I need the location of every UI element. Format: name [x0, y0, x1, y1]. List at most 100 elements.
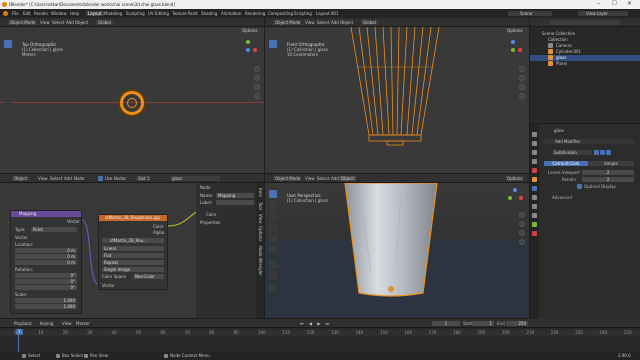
menu-select[interactable]: Select	[317, 20, 329, 25]
outliner-search[interactable]	[550, 20, 620, 25]
sidebar-tab-view[interactable]: View	[258, 214, 263, 224]
menu-object[interactable]: Object	[339, 176, 357, 181]
orientation-dropdown[interactable]: Global	[361, 20, 378, 25]
scale-tool-icon[interactable]	[4, 84, 12, 92]
tool-tab-icon[interactable]	[532, 132, 537, 137]
node-section[interactable]: Node	[200, 185, 210, 190]
outliner-item-camera[interactable]: Camera	[556, 43, 572, 48]
frame-ruler[interactable]	[0, 329, 640, 336]
render-icon[interactable]	[606, 150, 611, 155]
gizmo-y-icon[interactable]	[246, 40, 250, 44]
mode-dropdown[interactable]: Object Mode	[273, 20, 303, 25]
grid-view-icon[interactable]	[519, 239, 525, 245]
move-tool-icon[interactable]	[269, 62, 277, 70]
menu-edit[interactable]: Edit	[23, 11, 31, 16]
sidebar-tab-options[interactable]: Options	[258, 226, 263, 241]
rotate-tool-icon[interactable]	[269, 223, 277, 231]
menu-render[interactable]: Render	[34, 11, 48, 16]
optimal-display-checkbox[interactable]	[577, 184, 582, 189]
scene-tab-icon[interactable]	[532, 159, 537, 164]
select-tool-icon[interactable]	[269, 40, 277, 48]
modifier-tab-icon[interactable]	[532, 186, 537, 191]
add-cube-tool-icon[interactable]	[269, 284, 277, 292]
annotate-tool-icon[interactable]	[4, 110, 12, 118]
node-name-field[interactable]: Mapping	[216, 193, 254, 198]
modifier-name-field[interactable]: Subdivision	[552, 150, 592, 155]
tab-shading[interactable]: Shading	[201, 11, 217, 16]
measure-tool-icon[interactable]	[4, 121, 12, 129]
node-editor[interactable]: Object View Select Add Node Use Nodes Sl…	[0, 174, 264, 318]
measure-tool-icon[interactable]	[269, 121, 277, 129]
zoom-icon[interactable]	[254, 66, 260, 72]
tab-modeling[interactable]: Modeling	[104, 11, 122, 16]
move-tool-icon[interactable]	[269, 212, 277, 220]
menu-playback[interactable]: Playback	[14, 321, 32, 326]
add-modifier-button[interactable]: Add Modifier	[543, 139, 635, 144]
tab-texture-paint[interactable]: Texture Paint	[172, 11, 198, 16]
outliner-item-cylinder[interactable]: Cylinder.001	[556, 49, 581, 54]
gizmo-y-icon[interactable]	[508, 196, 512, 200]
minimize-button[interactable]: –	[597, 1, 600, 7]
output-tab-icon[interactable]	[532, 150, 537, 155]
move-tool-icon[interactable]	[4, 62, 12, 70]
end-field[interactable]: 250	[506, 321, 528, 326]
menu-view[interactable]: View	[62, 321, 72, 326]
levels-viewport-field[interactable]: 2	[582, 170, 634, 175]
transform-tool-icon[interactable]	[269, 95, 277, 103]
close-button[interactable]: ×	[627, 1, 632, 7]
glass-wireframe[interactable]	[345, 27, 445, 147]
orientation-dropdown[interactable]: Global	[96, 20, 113, 25]
node-properties-label[interactable]: Properties	[200, 220, 220, 225]
render-tab-icon[interactable]	[532, 141, 537, 146]
data-tab-icon[interactable]	[532, 222, 537, 227]
menu-object[interactable]: Object	[75, 20, 88, 25]
tab-animation[interactable]: Animation	[221, 11, 241, 16]
transform-tool-icon[interactable]	[4, 95, 12, 103]
zoom-icon[interactable]	[519, 212, 525, 218]
scene-selector[interactable]: Scene	[508, 11, 552, 16]
world-tab-icon[interactable]	[532, 168, 537, 173]
rotate-tool-icon[interactable]	[269, 73, 277, 81]
scale-tool-icon[interactable]	[269, 84, 277, 92]
menu-select[interactable]: Select	[52, 20, 64, 25]
tab-layout-001[interactable]: Layout.001	[316, 11, 339, 16]
physics-tab-icon[interactable]	[532, 204, 537, 209]
camera-view-icon[interactable]	[254, 84, 260, 90]
scale-tool-icon[interactable]	[269, 234, 277, 242]
cursor-tool-icon[interactable]	[269, 51, 277, 59]
tab-sculpting[interactable]: Sculpting	[126, 11, 145, 16]
rotate-tool-icon[interactable]	[4, 73, 12, 81]
menu-window[interactable]: Window	[51, 11, 67, 16]
render-levels-field[interactable]: 2	[582, 177, 634, 182]
menu-select[interactable]: Select	[317, 176, 329, 181]
object-tab-icon[interactable]	[532, 177, 537, 182]
gizmo-y-icon[interactable]	[511, 48, 515, 52]
current-frame-field[interactable]: 1	[432, 321, 460, 326]
grid-view-icon[interactable]	[254, 93, 260, 99]
blender-menu-icon[interactable]	[3, 11, 8, 16]
menu-object[interactable]: Object	[340, 20, 353, 25]
start-field[interactable]: 1	[472, 321, 494, 326]
sidebar-tab-node-wrangler[interactable]: Node Wrangler	[258, 246, 263, 276]
sidebar-tab-tool[interactable]: Tool	[258, 202, 263, 210]
simple-button[interactable]: Simple	[588, 161, 634, 166]
options-dropdown[interactable]: Options	[505, 176, 525, 181]
viewport-top-ortho[interactable]: Object Mode View Select Add Object Globa…	[0, 18, 264, 173]
advanced-section[interactable]: Advanced	[552, 195, 572, 200]
tab-scripting[interactable]: Scripting	[294, 11, 312, 16]
cursor-tool-icon[interactable]	[269, 201, 277, 209]
grid-view-icon[interactable]	[519, 93, 525, 99]
menu-add[interactable]: Add	[66, 20, 74, 25]
gizmo-x-icon[interactable]	[518, 48, 522, 52]
node-label-field[interactable]	[216, 200, 254, 205]
tab-compositing[interactable]: Compositing	[268, 11, 293, 16]
gizmo-z-icon[interactable]	[511, 40, 515, 44]
mode-dropdown[interactable]: Object Mode	[273, 176, 303, 181]
outliner-scene-collection[interactable]: Scene Collection	[542, 31, 575, 36]
annotate-tool-icon[interactable]	[269, 260, 277, 268]
catmull-clark-button[interactable]: Catmull-Clark	[544, 161, 588, 166]
viewport-icon[interactable]	[600, 150, 605, 155]
measure-tool-icon[interactable]	[269, 271, 277, 279]
view-layer-selector[interactable]: View Layer	[578, 11, 628, 16]
menu-file[interactable]: File	[12, 11, 19, 16]
